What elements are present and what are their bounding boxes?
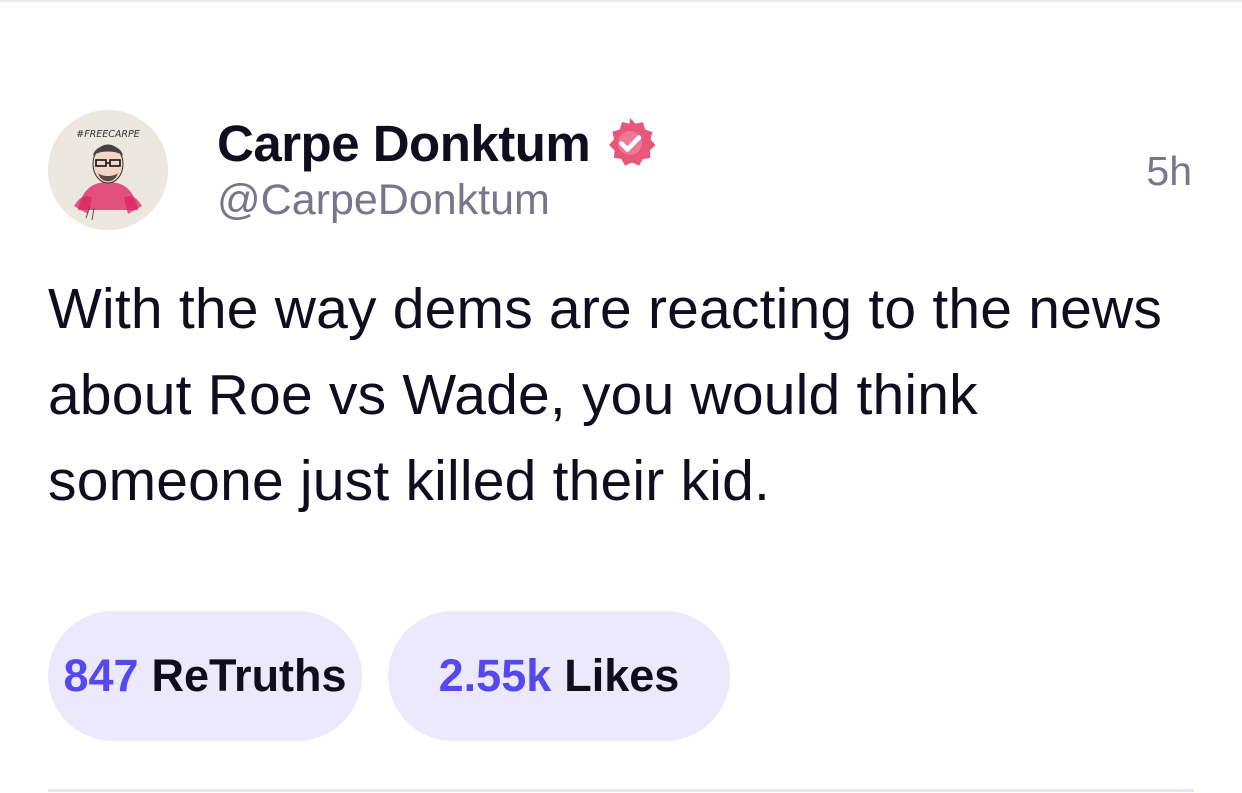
post-timestamp[interactable]: 5h xyxy=(1146,148,1192,195)
avatar-caption: #FREECARPE xyxy=(76,129,140,140)
bottom-divider xyxy=(48,789,1194,792)
author-display-name[interactable]: Carpe Donktum xyxy=(217,114,591,173)
retruths-count: 847 xyxy=(63,650,139,701)
truth-post: #FREECARPE Carpe Donktum @CarpeDonktum 5… xyxy=(0,0,1242,793)
retruths-label: ReTruths xyxy=(151,650,347,701)
caricature-portrait-avatar: #FREECARPE xyxy=(48,110,168,230)
likes-count: 2.55k xyxy=(438,650,552,701)
retruths-button[interactable]: 847 ReTruths xyxy=(48,611,362,741)
post-stats: 847 ReTruths 2.55k Likes xyxy=(48,611,730,741)
likes-button[interactable]: 2.55k Likes xyxy=(388,611,730,741)
likes-label: Likes xyxy=(564,650,680,701)
post-text: With the way dems are reacting to the ne… xyxy=(48,277,1163,513)
avatar[interactable]: #FREECARPE xyxy=(48,110,168,230)
post-author: Carpe Donktum @CarpeDonktum xyxy=(217,112,658,225)
author-name-row: Carpe Donktum xyxy=(217,112,658,174)
verified-badge-icon xyxy=(602,115,658,171)
author-handle[interactable]: @CarpeDonktum xyxy=(217,176,658,225)
